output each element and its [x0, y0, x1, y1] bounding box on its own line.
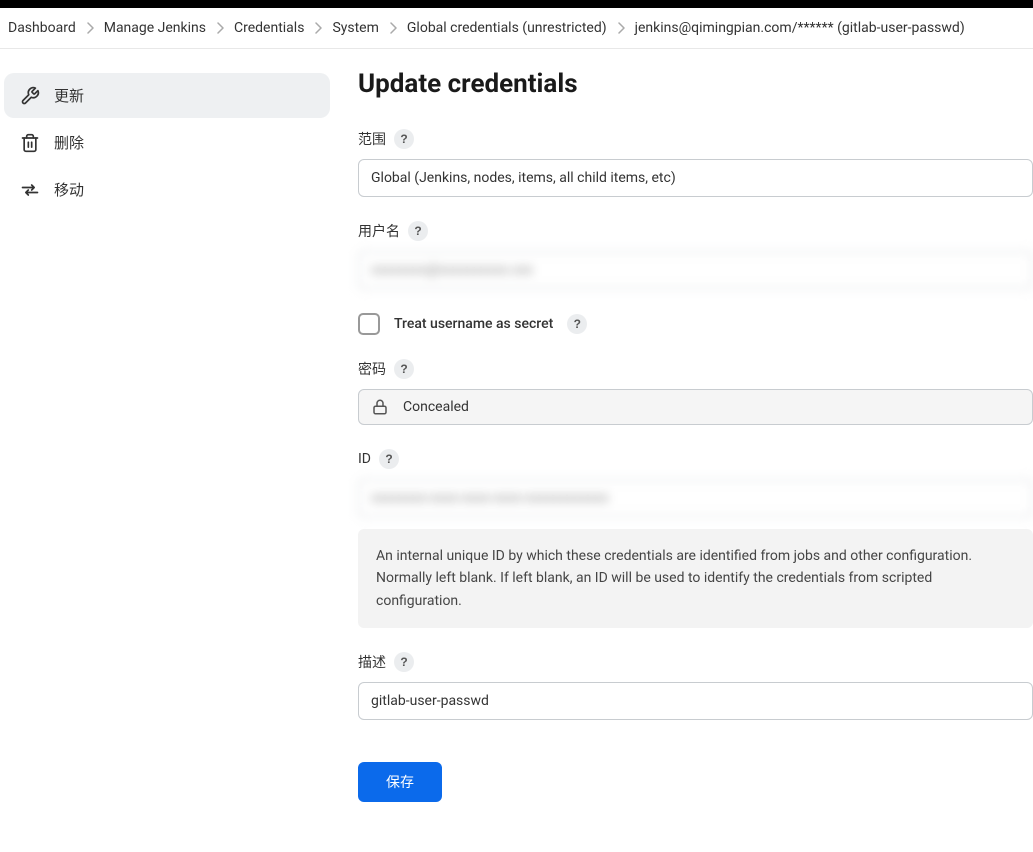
top-bar [0, 0, 1033, 8]
trash-icon [20, 133, 40, 153]
password-input[interactable]: Concealed [358, 389, 1033, 425]
scope-select[interactable]: Global (Jenkins, nodes, items, all child… [358, 159, 1033, 197]
description-label: 描述 [358, 652, 386, 672]
swap-icon [20, 180, 40, 200]
password-label: 密码 [358, 359, 386, 379]
sidebar: 更新 删除 移动 [0, 49, 340, 852]
sidebar-item-label: 移动 [54, 179, 84, 200]
wrench-icon [20, 86, 40, 106]
help-icon[interactable]: ? [567, 314, 587, 334]
field-id: ID ? An internal unique ID by which thes… [358, 449, 1033, 628]
sidebar-item-label: 删除 [54, 132, 84, 153]
breadcrumb-credentials[interactable]: Credentials [232, 16, 306, 40]
save-button[interactable]: 保存 [358, 762, 442, 802]
description-input[interactable] [358, 682, 1033, 720]
breadcrumb-credential-id[interactable]: jenkins@qimingpian.com/****** (gitlab-us… [633, 16, 967, 40]
help-icon[interactable]: ? [408, 221, 428, 241]
page-title: Update credentials [358, 69, 1033, 99]
chevron-right-icon [389, 22, 397, 34]
chevron-right-icon [617, 22, 625, 34]
main-content: Update credentials 范围 ? Global (Jenkins,… [340, 49, 1033, 852]
sidebar-item-label: 更新 [54, 85, 84, 106]
field-treat-secret: Treat username as secret ? [358, 313, 1033, 335]
field-password: 密码 ? Concealed [358, 359, 1033, 425]
lock-icon [371, 398, 389, 416]
username-label: 用户名 [358, 221, 400, 241]
treat-secret-checkbox[interactable] [358, 313, 380, 335]
help-icon[interactable]: ? [394, 652, 414, 672]
chevron-right-icon [216, 22, 224, 34]
breadcrumb-manage-jenkins[interactable]: Manage Jenkins [102, 16, 208, 40]
field-username: 用户名 ? [358, 221, 1033, 289]
field-scope: 范围 ? Global (Jenkins, nodes, items, all … [358, 129, 1033, 197]
help-icon[interactable]: ? [379, 449, 399, 469]
scope-label: 范围 [358, 129, 386, 149]
field-description: 描述 ? [358, 652, 1033, 720]
help-icon[interactable]: ? [394, 359, 414, 379]
chevron-right-icon [86, 22, 94, 34]
breadcrumb-global-credentials[interactable]: Global credentials (unrestricted) [405, 16, 609, 40]
chevron-right-icon [314, 22, 322, 34]
sidebar-item-delete[interactable]: 删除 [4, 120, 330, 165]
username-input[interactable] [358, 251, 1033, 289]
help-icon[interactable]: ? [394, 129, 414, 149]
breadcrumb-dashboard[interactable]: Dashboard [6, 16, 78, 40]
sidebar-item-move[interactable]: 移动 [4, 167, 330, 212]
treat-secret-label: Treat username as secret [394, 316, 553, 332]
breadcrumb-system[interactable]: System [330, 16, 380, 40]
sidebar-item-update[interactable]: 更新 [4, 73, 330, 118]
breadcrumb: Dashboard Manage Jenkins Credentials Sys… [0, 8, 1033, 49]
id-help-text: An internal unique ID by which these cre… [358, 529, 1033, 628]
password-display: Concealed [403, 399, 469, 415]
id-input[interactable] [358, 479, 1033, 517]
id-label: ID [358, 451, 371, 467]
